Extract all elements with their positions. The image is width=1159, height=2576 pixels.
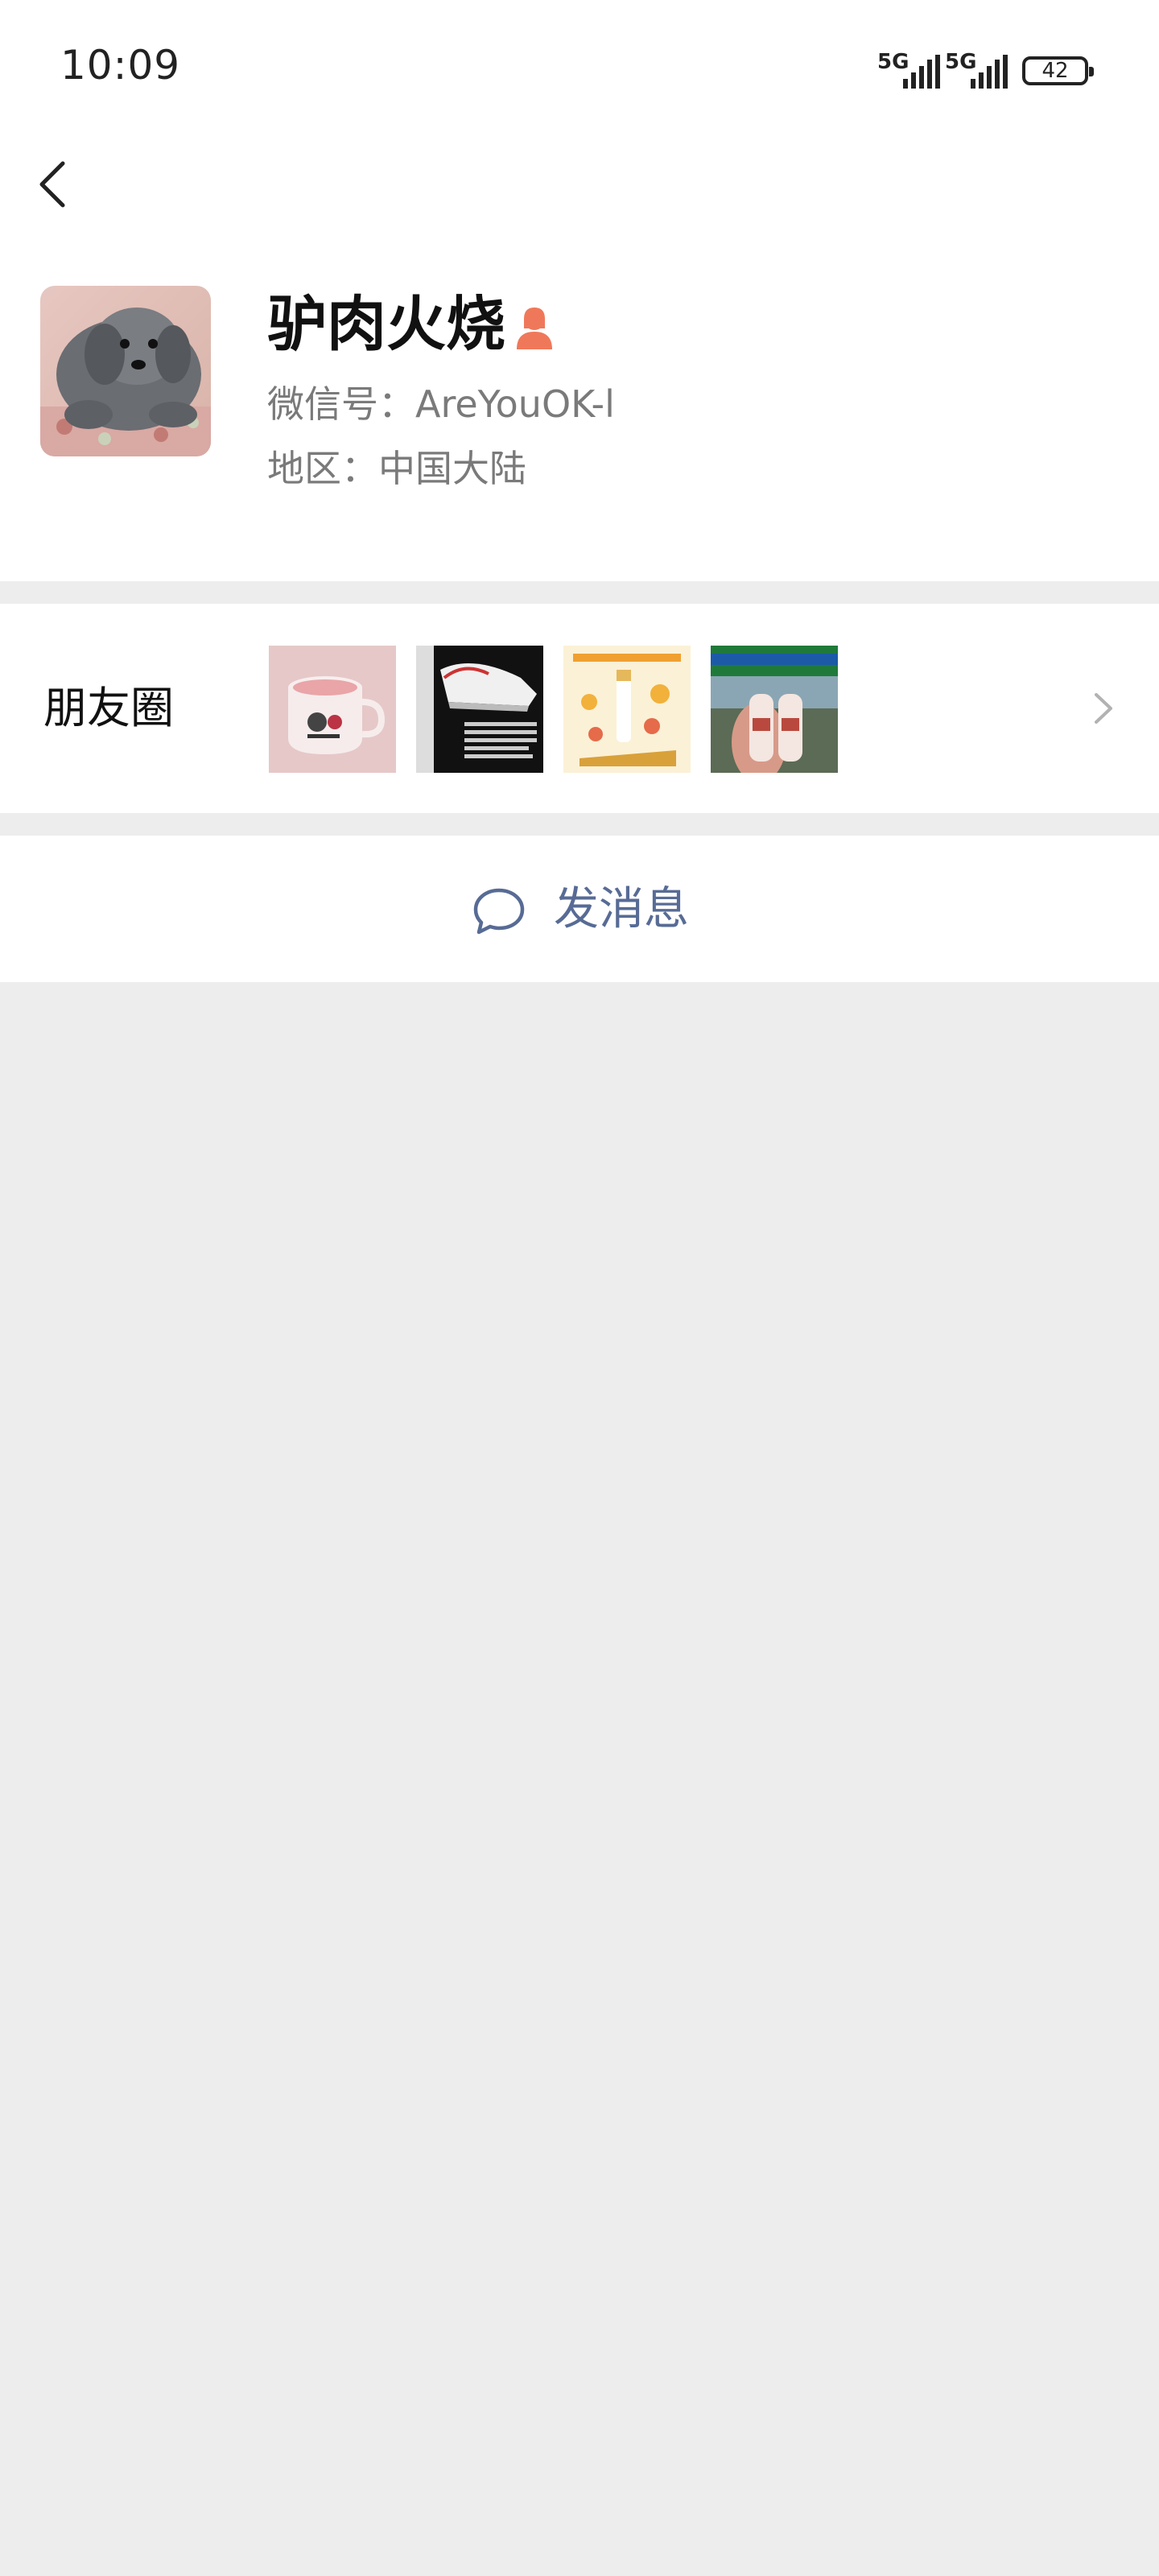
signal-bars-icon	[971, 55, 1008, 89]
avatar[interactable]	[40, 286, 211, 456]
chat-bubble-icon	[473, 888, 525, 935]
dog-avatar-image	[40, 286, 211, 456]
back-button[interactable]	[24, 149, 97, 221]
battery-level: 42	[1041, 59, 1069, 83]
contact-name: 驴肉火烧	[267, 290, 505, 359]
region: 地区：中国大陆	[267, 447, 526, 490]
familymart-thumbnail	[711, 646, 838, 773]
pink-mug-thumbnail	[269, 646, 396, 773]
battery-icon: 42	[1022, 56, 1094, 85]
send-message-label: 发消息	[554, 883, 689, 935]
send-message-button[interactable]: 发消息	[467, 876, 708, 940]
store-photo-icon	[711, 646, 838, 773]
wechat-id: 微信号：AreYouOK-l	[267, 382, 615, 426]
moments-row[interactable]: 朋友圈	[0, 604, 1159, 813]
profile-header: 驴肉火烧 微信号：AreYouOK-l 地区：中国大陆	[0, 145, 1159, 581]
signal-bars-icon	[903, 55, 940, 89]
send-message-row: 发消息	[0, 836, 1159, 982]
mug-photo-icon	[269, 646, 396, 773]
status-time: 10:09	[60, 42, 181, 89]
contact-profile-screen: 10:09 5G 5G 42 驴肉火烧 微信号：AreYouOK-l 地区：中国…	[0, 0, 1159, 2576]
moments-label: 朋友圈	[43, 683, 174, 733]
back-arrow-icon	[39, 161, 65, 208]
sneaker-photo-icon	[416, 646, 543, 773]
signal-2-icon: 5G	[945, 50, 1009, 89]
chevron-right-icon	[1095, 693, 1112, 724]
sneaker-poster-thumbnail	[416, 646, 543, 773]
drink-poster-thumbnail	[563, 646, 691, 773]
signal-1-icon: 5G	[877, 50, 942, 89]
drink-poster-icon	[563, 646, 691, 773]
female-icon	[517, 308, 552, 349]
status-bar: 10:09 5G 5G 42	[0, 0, 1159, 145]
